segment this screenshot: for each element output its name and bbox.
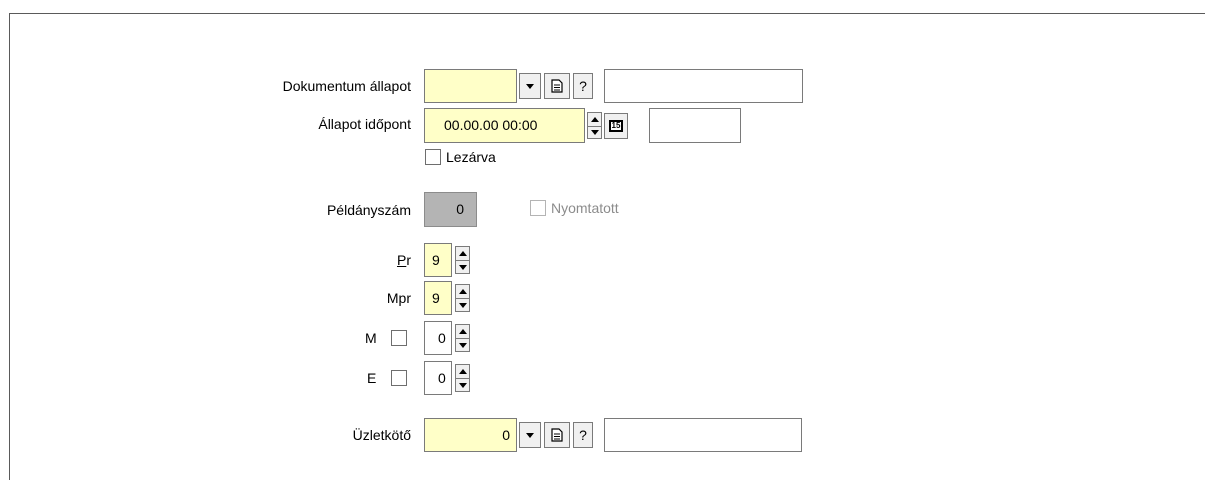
lezarva-label: Lezárva bbox=[446, 149, 496, 165]
help-icon: ? bbox=[579, 78, 587, 94]
peldanyszam-label: Példányszám bbox=[326, 202, 411, 218]
pr-label: Pr bbox=[397, 251, 411, 269]
chevron-down-icon bbox=[526, 83, 534, 89]
mpr-label: Mpr bbox=[386, 290, 411, 306]
spinner-down-icon[interactable] bbox=[456, 378, 469, 391]
dokumentum-allapot-description[interactable] bbox=[604, 69, 803, 103]
m-input[interactable]: 0 bbox=[424, 321, 452, 355]
help-icon: ? bbox=[579, 427, 587, 443]
dokumentum-allapot-input[interactable] bbox=[424, 69, 517, 103]
dokumentum-allapot-help-button[interactable]: ? bbox=[573, 73, 593, 99]
allapot-idopont-label: Állapot időpont bbox=[318, 116, 411, 132]
spinner-down-icon[interactable] bbox=[456, 338, 469, 351]
m-spinner[interactable] bbox=[455, 324, 470, 352]
allapot-idopont-extra[interactable] bbox=[649, 108, 741, 143]
peldanyszam-value: 0 bbox=[456, 201, 464, 217]
document-icon bbox=[551, 428, 563, 442]
spinner-down-icon[interactable] bbox=[456, 298, 469, 311]
e-spinner[interactable] bbox=[455, 364, 470, 392]
spinner-up-icon[interactable] bbox=[456, 285, 469, 298]
allapot-idopont-spinner[interactable] bbox=[587, 112, 602, 139]
pr-label-underlined: P bbox=[396, 252, 407, 268]
pr-spinner[interactable] bbox=[455, 246, 470, 274]
m-checkbox[interactable] bbox=[391, 330, 407, 346]
uzletkoto-label: Üzletkötő bbox=[352, 427, 411, 443]
e-input[interactable]: 0 bbox=[424, 361, 452, 395]
spinner-down-icon[interactable] bbox=[456, 260, 469, 273]
uzletkoto-description[interactable] bbox=[604, 418, 802, 452]
uzletkoto-details-button[interactable] bbox=[544, 422, 570, 448]
allapot-idopont-input[interactable]: 00.00.00 00:00 bbox=[424, 108, 585, 143]
dokumentum-allapot-details-button[interactable] bbox=[544, 73, 570, 99]
uzletkoto-help-button[interactable]: ? bbox=[573, 422, 593, 448]
pr-label-rest: r bbox=[406, 252, 411, 268]
spinner-up-icon[interactable] bbox=[456, 365, 469, 378]
m-label: M bbox=[365, 330, 377, 346]
mpr-spinner[interactable] bbox=[455, 284, 470, 312]
document-icon bbox=[551, 79, 563, 93]
pr-value: 9 bbox=[432, 252, 440, 268]
spinner-up-icon[interactable] bbox=[588, 113, 601, 126]
e-checkbox[interactable] bbox=[391, 370, 407, 386]
lezarva-checkbox[interactable] bbox=[425, 149, 441, 165]
spinner-up-icon[interactable] bbox=[456, 247, 469, 260]
uzletkoto-dropdown-button[interactable] bbox=[519, 422, 541, 448]
nyomtatott-label: Nyomtatott bbox=[551, 200, 619, 216]
m-value: 0 bbox=[438, 330, 446, 346]
e-label: E bbox=[367, 370, 377, 386]
spinner-up-icon[interactable] bbox=[456, 325, 469, 338]
uzletkoto-value: 0 bbox=[502, 427, 510, 443]
uzletkoto-input[interactable]: 0 bbox=[424, 418, 517, 452]
mpr-input[interactable]: 9 bbox=[424, 281, 452, 315]
nyomtatott-checkbox[interactable] bbox=[530, 200, 546, 216]
dokumentum-allapot-label: Dokumentum állapot bbox=[282, 78, 411, 94]
spinner-down-icon[interactable] bbox=[588, 125, 601, 139]
pr-input[interactable]: 9 bbox=[424, 243, 452, 277]
peldanyszam-input: 0 bbox=[424, 192, 477, 227]
allapot-idopont-value: 00.00.00 00:00 bbox=[444, 117, 538, 133]
dokumentum-allapot-dropdown-button[interactable] bbox=[519, 73, 541, 99]
allapot-idopont-calendar-button[interactable]: 15 bbox=[604, 113, 628, 139]
e-value: 0 bbox=[438, 370, 446, 386]
mpr-value: 9 bbox=[432, 290, 440, 306]
calendar-icon: 15 bbox=[609, 120, 623, 132]
chevron-down-icon bbox=[526, 432, 534, 438]
